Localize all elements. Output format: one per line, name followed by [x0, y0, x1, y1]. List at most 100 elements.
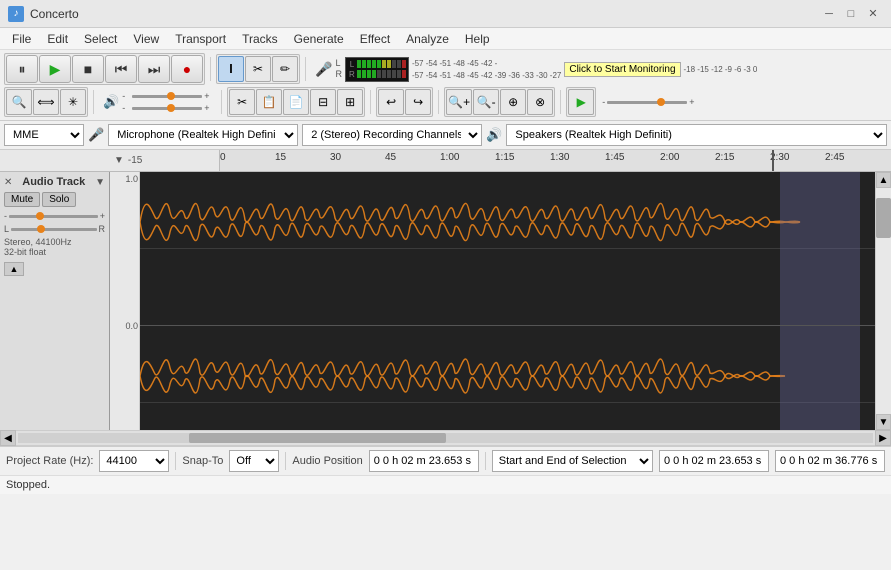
audio-position-label: Audio Position — [292, 455, 362, 467]
copy-button[interactable]: 📋 — [256, 89, 282, 115]
gain-slider[interactable] — [9, 215, 98, 218]
status-text: Stopped. — [0, 475, 891, 494]
tm-2-45: 2:45 — [825, 152, 844, 163]
trim-button[interactable]: ⊟ — [310, 89, 336, 115]
gain-thumb[interactable] — [36, 212, 44, 220]
mute-button[interactable]: Mute — [4, 192, 40, 207]
status-sep-1 — [175, 452, 176, 470]
window-controls: ─ □ ✕ — [819, 5, 883, 23]
output-pan-thumb[interactable] — [167, 104, 175, 112]
zoom-sel-button[interactable]: ⊕ — [500, 89, 526, 115]
play-button[interactable]: ▶ — [39, 55, 71, 83]
vu-meter-left: L R — [345, 57, 409, 82]
titlebar: ♪ Concerto ─ □ ✕ — [0, 0, 891, 28]
menu-file[interactable]: File — [4, 30, 39, 48]
hscroll-left-arrow[interactable]: ◀ — [0, 430, 16, 446]
minimize-button[interactable]: ─ — [819, 5, 839, 23]
menu-help[interactable]: Help — [457, 30, 498, 48]
toolbar-sep-4 — [221, 90, 222, 114]
close-button[interactable]: ✕ — [863, 5, 883, 23]
scroll-thumb[interactable] — [876, 198, 891, 238]
zoom-fit-button[interactable]: ⊗ — [527, 89, 553, 115]
playback-vol-thumb[interactable] — [657, 98, 665, 106]
scroll-up-arrow[interactable]: ▲ — [876, 172, 891, 188]
selection-end-input[interactable] — [775, 450, 885, 472]
tm-1-00: 1:00 — [440, 152, 459, 163]
time-shift-tool[interactable]: ⟺ — [33, 89, 59, 115]
selection-tool[interactable]: 𝐈 — [218, 56, 244, 82]
selection-start-input[interactable] — [659, 450, 769, 472]
audio-track-btns: Mute Solo — [4, 192, 105, 207]
record-button[interactable]: ● — [171, 55, 203, 83]
undo-button[interactable]: ↩ — [378, 89, 404, 115]
solo-button[interactable]: Solo — [42, 192, 76, 207]
monitor-button[interactable]: Click to Start Monitoring — [564, 62, 680, 77]
stop-button[interactable]: ■ — [72, 55, 104, 83]
paste-button[interactable]: 📄 — [283, 89, 309, 115]
skip-back-button[interactable]: ⏮ — [105, 55, 137, 83]
pan-thumb[interactable] — [37, 225, 45, 233]
play-sel-button[interactable]: ▶ — [568, 89, 594, 115]
timeline-inner[interactable]: 0 15 30 45 1:00 1:15 1:30 1:45 2:00 2:15… — [220, 150, 891, 171]
menu-effect[interactable]: Effect — [352, 30, 398, 48]
menu-select[interactable]: Select — [76, 30, 125, 48]
toolbar-row-1: ⏸ ▶ ■ ⏮ ⏭ ● 𝐈 ✂ ✏ 🎤 LR L — [0, 50, 891, 121]
track-up-button[interactable]: ▲ — [4, 262, 24, 276]
microphone-select[interactable]: Microphone (Realtek High Defini — [108, 124, 298, 146]
transport-controls: ⏸ ▶ ■ ⏮ ⏭ ● — [4, 53, 205, 85]
zoom-out-button[interactable]: 🔍- — [473, 89, 499, 115]
pan-slider-row: L R — [4, 224, 105, 234]
interface-select[interactable]: MME — [4, 124, 84, 146]
toolbar-sep-3 — [93, 90, 94, 114]
hscroll-track[interactable] — [18, 433, 873, 443]
output-select[interactable]: Speakers (Realtek High Definiti) — [506, 124, 887, 146]
vertical-scrollbar: ▲ ▼ — [875, 172, 891, 430]
undo-redo: ↩ ↪ — [376, 87, 433, 117]
envelope-tool[interactable]: ✂ — [245, 56, 271, 82]
menubar: File Edit Select View Transport Tracks G… — [0, 28, 891, 50]
menu-transport[interactable]: Transport — [167, 30, 234, 48]
output-vol-thumb[interactable] — [167, 92, 175, 100]
speaker-icon: 🔊 — [103, 94, 119, 110]
input-volume-area: 🎤 LR L R — [311, 57, 761, 82]
pause-button[interactable]: ⏸ — [6, 55, 38, 83]
tm-30: 30 — [330, 152, 341, 163]
zoom-in-button[interactable]: 🔍+ — [446, 89, 472, 115]
zoom-in-tool[interactable]: 🔍 — [6, 89, 32, 115]
pan-slider[interactable] — [11, 228, 96, 231]
menu-view[interactable]: View — [125, 30, 167, 48]
snap-to-select[interactable]: Off — [229, 450, 279, 472]
menu-generate[interactable]: Generate — [286, 30, 352, 48]
track-up-down: ▲ — [4, 261, 105, 276]
skip-forward-button[interactable]: ⏭ — [138, 55, 170, 83]
draw-tool[interactable]: ✏ — [272, 56, 298, 82]
audio-track-name: Audio Track — [22, 176, 85, 188]
menu-tracks[interactable]: Tracks — [234, 30, 286, 48]
output-sliders: - + - + — [122, 91, 212, 113]
maximize-button[interactable]: □ — [841, 5, 861, 23]
audio-track-arrow[interactable]: ▼ — [95, 177, 105, 188]
audio-track-waveform[interactable] — [140, 172, 875, 430]
project-rate-select[interactable]: 44100 — [99, 450, 169, 472]
silence-button[interactable]: ⊞ — [337, 89, 363, 115]
channels-select[interactable]: 2 (Stereo) Recording Channels — [302, 124, 482, 146]
audio-track-close[interactable]: ✕ — [4, 177, 12, 188]
menu-edit[interactable]: Edit — [39, 30, 76, 48]
tracks-container: ✕ Audio Track ▼ Mute Solo - + — [0, 172, 875, 430]
redo-button[interactable]: ↪ — [405, 89, 431, 115]
waveform-svg-top — [140, 172, 875, 325]
scroll-thumb-area[interactable] — [876, 188, 891, 414]
scroll-down-arrow[interactable]: ▼ — [876, 414, 891, 430]
menu-analyze[interactable]: Analyze — [398, 30, 457, 48]
selection-mode-select[interactable]: Start and End of Selection — [492, 450, 653, 472]
toolbar-sep-7 — [560, 90, 561, 114]
hscroll-thumb[interactable] — [189, 433, 446, 443]
gain-slider-row: - + — [4, 211, 105, 221]
cut-button[interactable]: ✂ — [229, 89, 255, 115]
tm-1-30: 1:30 — [550, 152, 569, 163]
tm-2-15: 2:15 — [715, 152, 734, 163]
stopped-label: Stopped. — [6, 479, 50, 491]
multi-tool[interactable]: ✳ — [60, 89, 86, 115]
audio-position-input[interactable] — [369, 450, 479, 472]
hscroll-right-arrow[interactable]: ▶ — [875, 430, 891, 446]
